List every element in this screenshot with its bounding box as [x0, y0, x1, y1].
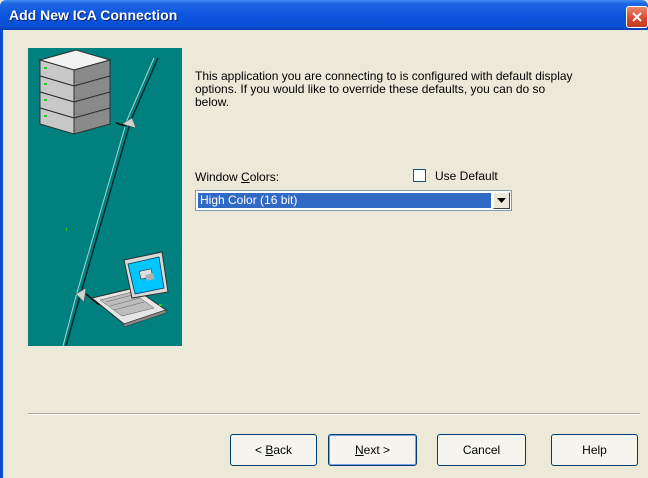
server-stack-icon: [38, 49, 112, 135]
intro-text: This application you are connecting to i…: [195, 69, 573, 109]
use-default-label[interactable]: Use Default: [435, 169, 498, 183]
close-button[interactable]: [626, 6, 648, 28]
next-accelerator: N: [354, 443, 364, 457]
help-button[interactable]: Help: [551, 434, 638, 466]
use-default-checkbox[interactable]: [413, 169, 426, 182]
dialog-window: Add New ICA Connection This application …: [0, 0, 648, 478]
back-label-part: <: [254, 443, 266, 457]
back-label-part: ack: [273, 443, 293, 457]
window-colors-selected-value: High Color (16 bit): [198, 193, 491, 208]
window-title: Add New ICA Connection: [9, 7, 178, 23]
cancel-button[interactable]: Cancel: [437, 434, 526, 466]
dropdown-arrow-icon: [497, 198, 506, 203]
title-bar[interactable]: Add New ICA Connection: [0, 0, 648, 30]
separator-line-highlight: [28, 414, 640, 415]
window-border: [0, 30, 3, 478]
dropdown-button[interactable]: [493, 192, 510, 209]
close-icon: [632, 12, 642, 22]
next-label-part: ext >: [363, 443, 391, 457]
window-colors-label: Window Colors:: [195, 170, 279, 184]
window-colors-select[interactable]: High Color (16 bit): [195, 190, 512, 211]
window-colors-label-part: Window: [195, 170, 242, 184]
connection-illustration: [28, 48, 182, 346]
window-colors-accelerator: C: [241, 170, 250, 184]
window-colors-label-part: olors:: [249, 170, 280, 184]
next-button[interactable]: Next >: [328, 434, 417, 466]
back-button[interactable]: < Back: [230, 434, 317, 466]
